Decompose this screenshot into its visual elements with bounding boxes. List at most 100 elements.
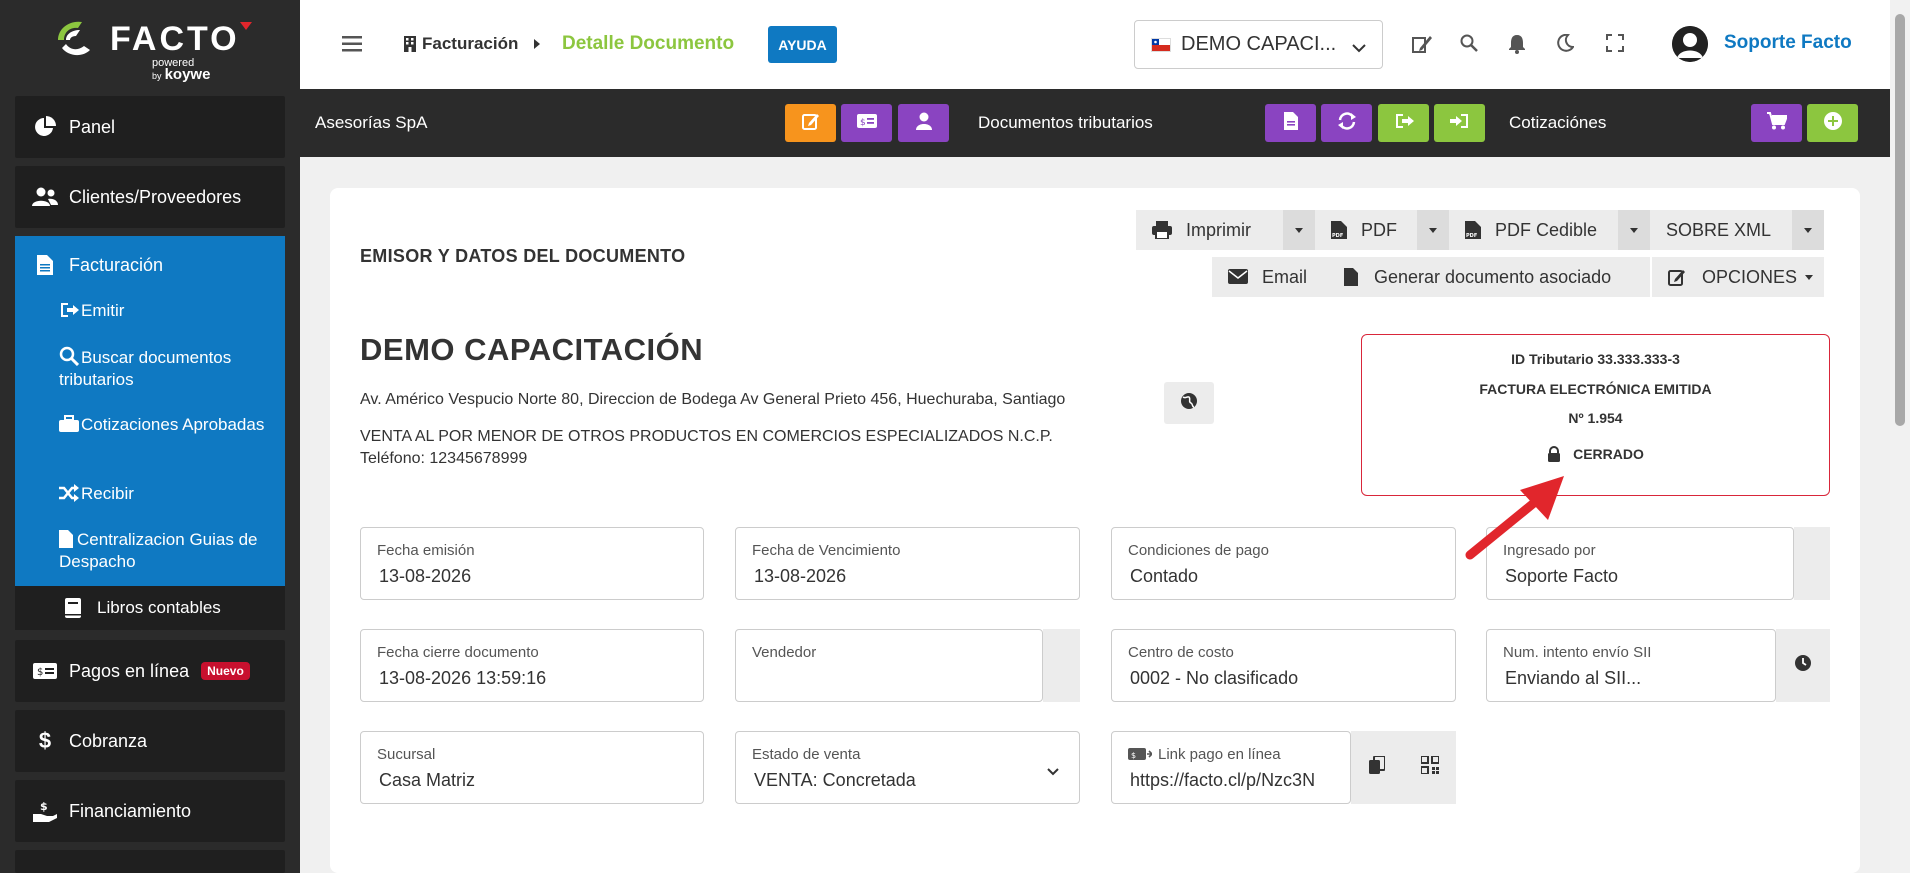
options-button-label: OPCIONES [1702,266,1798,287]
help-button[interactable]: AYUDA [768,26,837,63]
document-status-box: ID Tributario 33.333.333-3 FACTURA ELECT… [1361,334,1830,496]
document-status: CERRADO [1362,446,1829,462]
vendedor-field[interactable]: Vendedor [735,629,1043,702]
facto-logo[interactable]: FACTO powered by koywe [52,14,252,83]
copy-link-button[interactable] [1351,731,1403,804]
pdf-cedible-button[interactable]: PDF PDF Cedible [1449,210,1618,250]
svg-text:$: $ [1131,751,1136,760]
sidebar-item-facturacion[interactable]: Facturación Emitir Buscar documentos tri… [15,236,285,586]
field-label: Sucursal [377,746,436,763]
sidebar-item-panel[interactable]: Panel [15,96,285,158]
sidebar-item-facturacion-title[interactable]: Facturación [31,236,163,294]
add-quote-button[interactable] [1807,104,1858,142]
sidebar: FACTO powered by koywe Panel Clientes/Pr… [0,0,300,873]
vendedor-addon [1043,629,1080,702]
moon-icon[interactable] [1556,33,1576,54]
sidebar-subitem-emitir[interactable]: Emitir [59,300,274,322]
qr-code-button[interactable] [1403,731,1456,804]
search-icon[interactable] [1460,34,1480,54]
pdf-button-label: PDF [1361,219,1397,240]
link-pago-field[interactable]: $ Link pago en línea https://facto.cl/p/… [1111,731,1351,804]
caret-down-icon [1804,227,1812,233]
avatar[interactable] [1672,26,1708,62]
pdf-dropdown-toggle[interactable] [1417,210,1449,250]
exchange-button[interactable] [1321,104,1372,142]
company-selector[interactable]: DEMO CAPACI... [1134,20,1383,69]
num-intento-sii-field[interactable]: Num. intento envío SII Enviando al SII..… [1486,629,1776,702]
section-title: EMISOR Y DATOS DEL DOCUMENTO [360,246,686,266]
centro-costo-field[interactable]: Centro de costo 0002 - No clasificado [1111,629,1456,702]
generate-associated-document-button[interactable]: Generar documento asociado [1328,257,1650,297]
file-icon [59,530,77,548]
sidebar-item-more[interactable] [15,850,285,873]
svg-text:$: $ [37,667,43,678]
emit-button[interactable] [1378,104,1429,142]
sidebar-subitem-centralizacion[interactable]: Centralizacion Guias de Despacho [59,529,274,573]
shopping-cart-icon [1766,111,1788,135]
print-dropdown-toggle[interactable] [1283,210,1315,250]
xml-dropdown-toggle[interactable] [1792,210,1824,250]
map-location-button[interactable] [1164,382,1214,424]
company-activity-text: VENTA AL POR MENOR DE OTROS PRODUCTOS EN… [360,428,1053,445]
sidebar-subitem-label: Emitir [81,301,125,320]
sidebar-item-cobranza[interactable]: $ Cobranza [15,710,285,772]
logo-brand-text: koywe [164,66,211,83]
sidebar-item-clientes[interactable]: Clientes/Proveedores [15,166,285,228]
svg-text:PDF: PDF [1466,233,1477,239]
field-label: Num. intento envío SII [1503,644,1652,661]
sidebar-subitem-recibir[interactable]: Recibir [59,483,274,505]
cart-button[interactable] [1751,104,1802,142]
ingresado-por-addon [1794,527,1830,600]
print-button[interactable]: Imprimir [1136,210,1283,250]
fecha-vencimiento-field[interactable]: Fecha de Vencimiento 13-08-2026 [735,527,1080,600]
annotation-arrow-icon [1465,476,1564,560]
company-activity: VENTA AL POR MENOR DE OTROS PRODUCTOS EN… [360,426,1053,470]
xml-button-label: SOBRE XML [1666,219,1772,240]
field-value: Enviando al SII... [1505,668,1642,688]
email-button[interactable]: Email [1212,257,1328,297]
sidebar-subitem-cotizaciones[interactable]: Cotizaciones Aprobadas [59,414,274,436]
fecha-emision-field[interactable]: Fecha emisión 13-08-2026 [360,527,704,600]
id-card-icon: $ [856,113,877,133]
field-label: Vendedor [752,644,817,661]
new-badge: Nuevo [201,662,250,680]
breadcrumb[interactable]: Facturación [404,34,541,54]
signature-icon[interactable] [1412,34,1432,54]
company-user-button[interactable] [898,104,949,142]
estado-venta-select[interactable]: Estado de venta VENTA: Concretada [735,731,1080,804]
bell-icon[interactable] [1508,34,1528,54]
condiciones-pago-field[interactable]: Condiciones de pago Contado [1111,527,1456,600]
hamburger-menu-icon[interactable] [342,36,362,52]
company-card-button[interactable]: $ [841,104,892,142]
svg-text:$: $ [40,800,48,813]
field-label: Fecha cierre documento [377,644,539,661]
sucursal-field[interactable]: Sucursal Casa Matriz [360,731,704,804]
sidebar-subitem-libros[interactable]: Libros contables [15,586,285,630]
pdf-cedible-dropdown-toggle[interactable] [1618,210,1650,250]
sidebar-subitem-buscar[interactable]: Buscar documentos tributarios [59,346,274,391]
pie-chart-icon [31,116,59,138]
field-label: Link pago en línea [1158,746,1281,763]
sign-out-icon [1394,112,1414,135]
field-value: 13-08-2026 [754,566,847,586]
user-name[interactable]: Soporte Facto [1724,32,1852,54]
breadcrumb-parent[interactable]: Facturación [422,34,518,54]
page-scrollbar[interactable] [1890,0,1910,873]
file-icon [1283,111,1298,135]
options-dropdown-button[interactable]: OPCIONES [1652,257,1824,297]
new-document-button[interactable] [1265,104,1316,142]
xml-envelope-button[interactable]: SOBRE XML [1650,210,1792,250]
sidebar-item-pagos[interactable]: $ Pagos en línea Nuevo [15,640,285,702]
sidebar-subitem-label: Buscar documentos tributarios [59,348,232,389]
fullscreen-icon[interactable] [1606,34,1626,54]
sidebar-item-financiamiento[interactable]: $ Financiamiento [15,780,285,842]
edit-icon [1668,268,1688,286]
current-company-label: Asesorías SpA [315,113,428,132]
logo-powered: powered by koywe [152,58,211,83]
edit-company-button[interactable] [785,104,836,142]
scrollbar-thumb[interactable] [1895,14,1905,426]
pdf-button[interactable]: PDF PDF [1315,210,1417,250]
fecha-cierre-field[interactable]: Fecha cierre documento 13-08-2026 13:59:… [360,629,704,702]
sii-history-button[interactable] [1776,629,1830,702]
receive-button[interactable] [1434,104,1485,142]
